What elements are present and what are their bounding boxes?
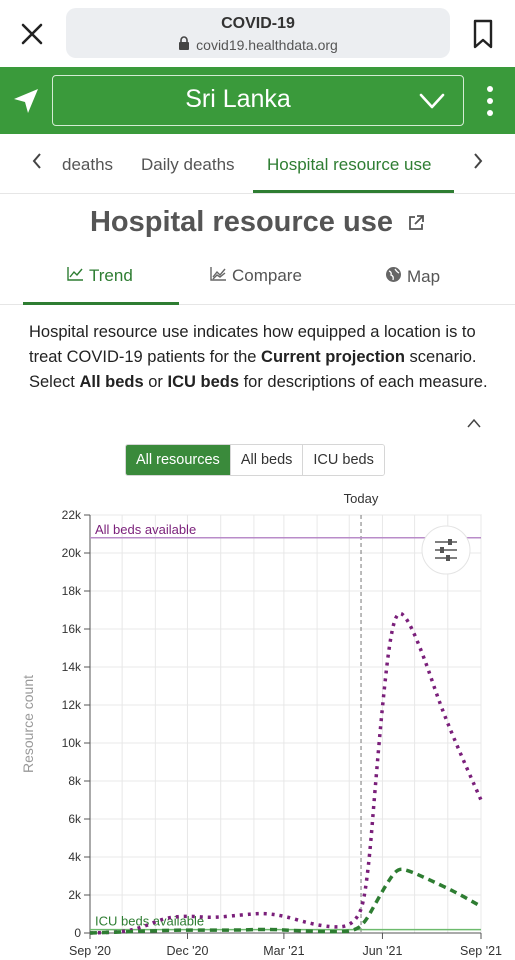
- active-subtab-indicator: [23, 302, 179, 305]
- tab-compare-label: Compare: [232, 266, 302, 285]
- y-tick-label: 6k: [68, 812, 82, 826]
- tab-daily-deaths[interactable]: Daily deaths: [141, 155, 235, 175]
- chart-settings-button[interactable]: [421, 525, 471, 575]
- page-title-text: Hospital resource use: [89, 206, 393, 238]
- sliders-icon-knob: [440, 547, 444, 553]
- compare-icon: [210, 266, 227, 286]
- y-tick-label: 20k: [62, 546, 82, 560]
- address-bar[interactable]: COVID-19 covid19.healthdata.org: [66, 8, 450, 58]
- desc-bold-3: ICU beds: [167, 373, 239, 391]
- x-tick-label: Jun '21: [362, 944, 402, 958]
- desc-bold-1: Current projection: [261, 348, 405, 366]
- all-beds-capacity-label: All beds available: [95, 522, 196, 537]
- view-tabs: Trend Compare Map: [0, 255, 515, 305]
- tab-trend-label: Trend: [89, 266, 133, 285]
- y-tick-label: 10k: [62, 736, 82, 750]
- resource-chart: 0 2k 4k 6k 8k 10k 12k 14k 16k 18k 20k 22k Sep '20 Dec…: [20, 491, 502, 958]
- globe-icon: [385, 266, 402, 288]
- x-tick-label: Sep '21: [460, 944, 502, 958]
- filter-all-beds[interactable]: All beds: [229, 445, 303, 475]
- desc-text-3: or: [143, 373, 168, 391]
- chevron-left-icon[interactable]: [27, 152, 47, 175]
- active-tab-indicator: [253, 190, 454, 193]
- page-tab-title: COVID-19: [221, 15, 295, 32]
- chevron-right-icon[interactable]: [468, 152, 488, 175]
- url-line: covid19.healthdata.org: [66, 36, 450, 53]
- sliders-icon-knob: [448, 539, 452, 545]
- url-text: covid19.healthdata.org: [196, 36, 338, 53]
- page-title: Hospital resource use: [0, 206, 515, 240]
- browser-bar: COVID-19 covid19.healthdata.org: [0, 0, 515, 67]
- today-label: Today: [344, 491, 379, 506]
- close-icon[interactable]: [18, 20, 46, 48]
- sliders-icon-knob: [446, 555, 450, 561]
- y-tick-label: 14k: [62, 660, 82, 674]
- y-tick-label: 4k: [68, 850, 82, 864]
- desc-bold-2: All beds: [79, 373, 144, 391]
- country-select[interactable]: Sri Lanka: [52, 75, 464, 126]
- more-options-icon[interactable]: [484, 86, 496, 116]
- tab-deaths[interactable]: deaths: [62, 155, 113, 175]
- x-tick-label: Sep '20: [69, 944, 111, 958]
- location-header: Sri Lanka: [0, 67, 515, 134]
- chevron-down-icon: [419, 90, 445, 112]
- x-tick-label: Dec '20: [166, 944, 208, 958]
- chevron-up-icon[interactable]: [465, 416, 483, 430]
- y-tick-label: 16k: [62, 622, 82, 636]
- external-link-icon[interactable]: [407, 207, 425, 240]
- tab-map-label: Map: [407, 267, 441, 286]
- icu-beds-capacity-label: ICU beds available: [95, 914, 204, 929]
- x-tick-label: Mar '21: [263, 944, 304, 958]
- y-tick-label: 18k: [62, 584, 82, 598]
- filter-icu-beds[interactable]: ICU beds: [302, 445, 384, 475]
- tab-compare[interactable]: Compare: [210, 266, 302, 286]
- resource-filter: All resources All beds ICU beds: [125, 444, 385, 476]
- tab-hospital-resource-use[interactable]: Hospital resource use: [267, 155, 431, 175]
- plot-area: [89, 514, 482, 934]
- lock-icon: [178, 36, 190, 53]
- y-axis-label: Resource count: [20, 675, 36, 773]
- country-name: Sri Lanka: [185, 85, 291, 113]
- y-tick-label: 12k: [62, 698, 82, 712]
- location-arrow-icon[interactable]: [12, 87, 40, 115]
- tab-trend[interactable]: Trend: [67, 266, 133, 286]
- tab-map[interactable]: Map: [385, 266, 440, 288]
- description: Hospital resource use indicates how equi…: [29, 320, 489, 395]
- desc-text-4: for descriptions of each measure.: [239, 373, 488, 391]
- y-tick-label: 0: [74, 926, 81, 940]
- y-tick-label: 22k: [62, 508, 82, 522]
- trend-icon: [67, 266, 84, 286]
- filter-all-resources[interactable]: All resources: [126, 445, 230, 475]
- section-tabs: deaths Daily deaths Hospital resource us…: [0, 134, 515, 194]
- y-tick-label: 8k: [68, 774, 82, 788]
- bookmark-icon[interactable]: [470, 18, 496, 50]
- y-tick-label: 2k: [68, 888, 82, 902]
